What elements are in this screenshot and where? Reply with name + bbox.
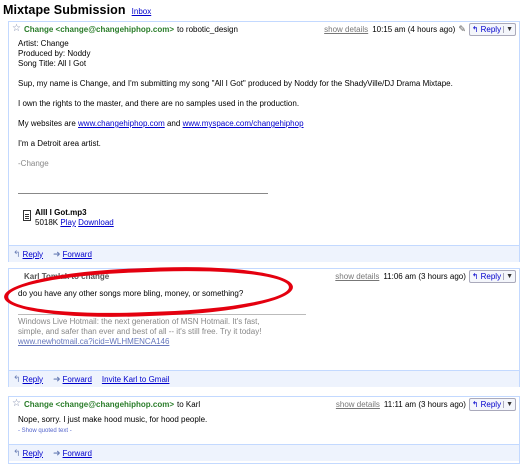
sender-name[interactable]: Karl Tomlak to change [24, 272, 109, 281]
footer-forward[interactable]: ➜ Forward [53, 374, 92, 385]
signature-divider [18, 314, 306, 315]
artist-line: Artist: Change [18, 39, 69, 48]
signature: -Change [18, 159, 49, 168]
reply-arrow-icon: ↰ [471, 271, 479, 281]
footer-reply[interactable]: ↰ Reply [13, 374, 43, 385]
footer-reply-link[interactable]: Reply [23, 375, 43, 384]
paperclip-icon: ✎ [458, 23, 466, 34]
message-card-2: ☆ Karl Tomlak to change show details 11:… [8, 268, 520, 387]
message-time: 10:15 am (4 hours ago) [372, 24, 456, 34]
thread-header: Mixtape Submission Inbox [3, 3, 151, 19]
websites-and: and [166, 119, 181, 128]
reply-arrow-icon: ↰ [471, 399, 479, 409]
produced-by-line: Produced by: Noddy [18, 49, 91, 58]
footer-forward-link[interactable]: Forward [63, 250, 92, 259]
footer-reply[interactable]: ↰ Reply [13, 448, 43, 459]
message-footer: ↰ Reply ➜ Forward Invite Karl to Gmail [9, 370, 519, 387]
body-paragraph-websites: My websites are www.changehiphop.com and… [18, 119, 511, 129]
invite-to-gmail-link[interactable]: Invite Karl to Gmail [102, 375, 170, 384]
website-link-2[interactable]: www.myspace.com/changehiphop [183, 119, 304, 128]
message-header[interactable]: ☆ Karl Tomlak to change show details 11:… [9, 269, 519, 283]
body-paragraph-detroit: I'm a Detroit area artist. [18, 139, 101, 148]
sender-name[interactable]: Change <change@changehiphop.com> [24, 400, 174, 409]
reply-arrow-icon: ↰ [13, 447, 21, 458]
forward-arrow-icon: ➜ [53, 447, 61, 458]
sender-name[interactable]: Change <change@changehiphop.com> [24, 25, 174, 34]
reply-button-label: Reply [480, 271, 502, 281]
footer-reply[interactable]: ↰ Reply [13, 249, 43, 260]
reply-text: Nope, sorry. I just make hood music, for… [18, 415, 208, 424]
reply-arrow-icon: ↰ [13, 373, 21, 384]
message-time: 11:11 am (3 hours ago) [383, 399, 466, 409]
chevron-down-icon[interactable]: ▼ [503, 272, 513, 280]
message-header[interactable]: ☆ Change <change@changehiphop.com> to ro… [9, 22, 519, 36]
inbox-label[interactable]: Inbox [132, 7, 152, 16]
body-paragraph-2: I own the rights to the master, and ther… [18, 99, 300, 108]
attachment: AllI I Got.mp3 5018K Play Download [23, 208, 114, 228]
message-card-1: ☆ Change <change@changehiphop.com> to ro… [8, 21, 520, 262]
chevron-down-icon[interactable]: ▼ [503, 400, 513, 408]
forward-arrow-icon: ➜ [53, 373, 61, 384]
footer-forward-link[interactable]: Forward [63, 375, 92, 384]
footer-reply-link[interactable]: Reply [23, 250, 43, 259]
message-header[interactable]: ☆ Change <change@changehiphop.com> to Ka… [9, 397, 519, 411]
attachment-size: 5018K [35, 218, 59, 227]
reply-button-label: Reply [480, 399, 502, 409]
ad-line-2: simple, and safer than ever and best of … [18, 327, 262, 336]
message-body: do you have any other songs more bling, … [18, 289, 511, 299]
message-card-3: ☆ Change <change@changehiphop.com> to Ka… [8, 396, 520, 464]
ad-link[interactable]: www.newhotmail.ca?icid=WLHMENCA146 [18, 337, 169, 346]
message-time: 11:06 am (3 hours ago) [383, 271, 466, 281]
star-icon[interactable]: ☆ [12, 24, 21, 34]
reply-button[interactable]: ↰ Reply ▼ [468, 269, 516, 283]
ad-text: Windows Live Hotmail: the next generatio… [18, 317, 511, 347]
body-paragraph-1: Sup, my name is Change, and I'm submitti… [18, 79, 453, 88]
footer-forward-link[interactable]: Forward [63, 449, 92, 458]
message-body: Artist: Change Produced by: Noddy Song T… [18, 39, 511, 169]
reply-arrow-icon: ↰ [471, 24, 479, 34]
attachment-download-link[interactable]: Download [78, 218, 114, 227]
message-footer: ↰ Reply ➜ Forward [9, 444, 519, 461]
footer-reply-link[interactable]: Reply [23, 449, 43, 458]
song-title-line: Song Title: All I Got [18, 59, 87, 68]
show-details-link[interactable]: show details [336, 400, 380, 409]
document-icon [23, 210, 31, 221]
reply-button[interactable]: ↰ Reply ▼ [468, 397, 516, 411]
reply-button[interactable]: ↰ Reply ▼ [468, 22, 516, 36]
attachment-name: AllI I Got.mp3 [35, 208, 87, 217]
question-line: do you have any other songs more bling, … [18, 289, 244, 298]
recipient-text: to Karl [177, 399, 201, 409]
website-link-1[interactable]: www.changehiphop.com [78, 119, 165, 128]
message-body: Nope, sorry. I just make hood music, for… [18, 415, 511, 436]
thread-title: Mixtape Submission [3, 3, 126, 17]
show-details-link[interactable]: show details [335, 272, 379, 281]
footer-forward[interactable]: ➜ Forward [53, 448, 92, 459]
reply-arrow-icon: ↰ [13, 248, 21, 259]
show-details-link[interactable]: show details [324, 25, 368, 34]
reply-button-label: Reply [480, 24, 502, 34]
footer-invite[interactable]: Invite Karl to Gmail [102, 375, 170, 384]
recipient-text: to robotic_design [177, 24, 238, 34]
message-footer: ↰ Reply ➜ Forward [9, 245, 519, 262]
show-quoted-text-link[interactable]: - Show quoted text - [18, 428, 72, 434]
chevron-down-icon[interactable]: ▼ [503, 25, 513, 33]
attachment-play-link[interactable]: Play [60, 218, 76, 227]
footer-forward[interactable]: ➜ Forward [53, 249, 92, 260]
forward-arrow-icon: ➜ [53, 248, 61, 259]
websites-prefix: My websites are [18, 119, 76, 128]
ad-line-1: Windows Live Hotmail: the next generatio… [18, 317, 260, 326]
attachment-divider [18, 193, 268, 194]
star-icon[interactable]: ☆ [12, 399, 21, 409]
